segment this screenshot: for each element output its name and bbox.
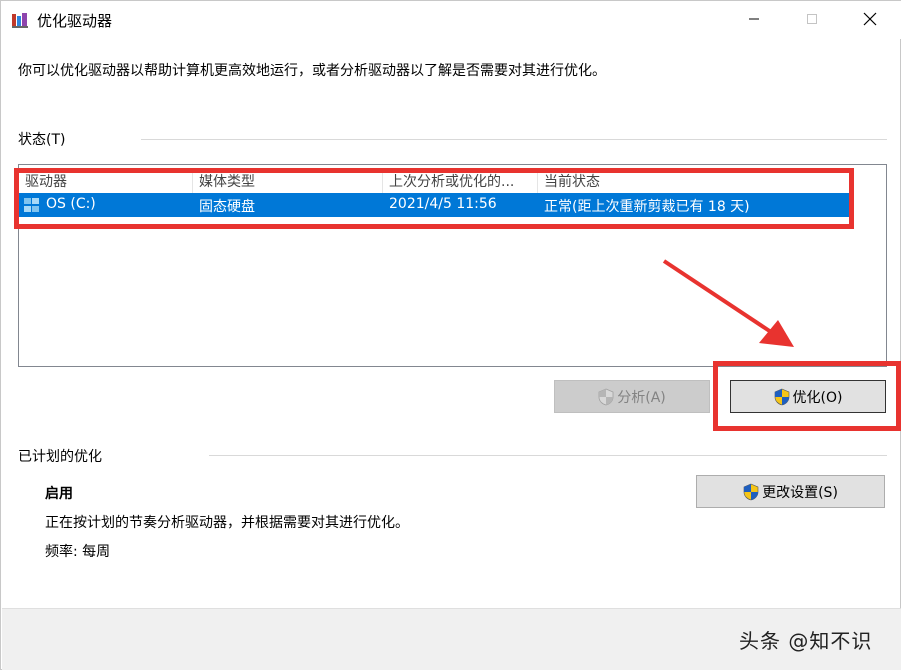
watermark: 头条 @知不识 [739, 629, 873, 653]
column-header-status[interactable]: 当前状态 [544, 171, 600, 191]
status-group-divider [141, 139, 887, 140]
analyze-button[interactable]: 分析(A) [554, 380, 710, 413]
column-header-drive[interactable]: 驱动器 [25, 171, 67, 191]
drive-list-header: 驱动器 媒体类型 上次分析或优化的... 当前状态 [19, 169, 886, 193]
media-type: 固态硬盘 [199, 199, 255, 215]
last-run: 2021/4/5 11:56 [389, 196, 497, 212]
change-settings-button[interactable]: 更改设置(S) [696, 475, 885, 508]
defrag-app-icon [12, 13, 28, 28]
analyze-button-label: 分析(A) [617, 389, 666, 406]
scheduled-group-label: 已计划的优化 [18, 449, 102, 465]
optimize-button[interactable]: 优化(O) [730, 380, 886, 413]
minimize-button[interactable] [731, 1, 777, 37]
maximize-button[interactable] [789, 1, 835, 37]
drive-row-c[interactable]: OS (C:) 固态硬盘 2021/4/5 11:56 正常(距上次重新剪裁已有… [19, 193, 851, 217]
title-bar: 优化驱动器 [1, 1, 901, 39]
maximize-icon [807, 14, 817, 24]
optimize-drives-window: 优化驱动器 你可以优化驱动器以帮助计算机更高效地运行，或者分析驱动器以了解是否需… [0, 0, 901, 670]
schedule-state: 启用 [45, 486, 73, 502]
drive-icon [24, 198, 39, 212]
minimize-icon [749, 18, 759, 20]
schedule-frequency: 频率: 每周 [45, 544, 111, 560]
window-description: 你可以优化驱动器以帮助计算机更高效地运行，或者分析驱动器以了解是否需要对其进行优… [18, 63, 606, 79]
drive-name: OS (C:) [46, 196, 96, 212]
column-header-media-type[interactable]: 媒体类型 [199, 171, 255, 191]
current-status: 正常(距上次重新剪裁已有 18 天) [544, 199, 750, 215]
column-divider[interactable] [382, 169, 383, 193]
column-divider[interactable] [537, 169, 538, 193]
scheduled-group-divider [209, 455, 887, 456]
uac-shield-icon [598, 388, 614, 405]
uac-shield-icon [774, 388, 789, 405]
window-title: 优化驱动器 [37, 12, 113, 30]
column-header-last-run[interactable]: 上次分析或优化的... [389, 171, 514, 191]
close-icon [863, 12, 877, 26]
change-settings-label: 更改设置(S) [762, 484, 838, 501]
column-divider[interactable] [192, 169, 193, 193]
close-button[interactable] [847, 1, 893, 37]
status-group-label: 状态(T) [18, 132, 66, 148]
uac-shield-icon [743, 483, 759, 500]
annotation-arrow-icon [662, 259, 794, 347]
schedule-description: 正在按计划的节奏分析驱动器，并根据需要对其进行优化。 [45, 515, 409, 531]
optimize-button-label: 优化(O) [792, 389, 843, 406]
